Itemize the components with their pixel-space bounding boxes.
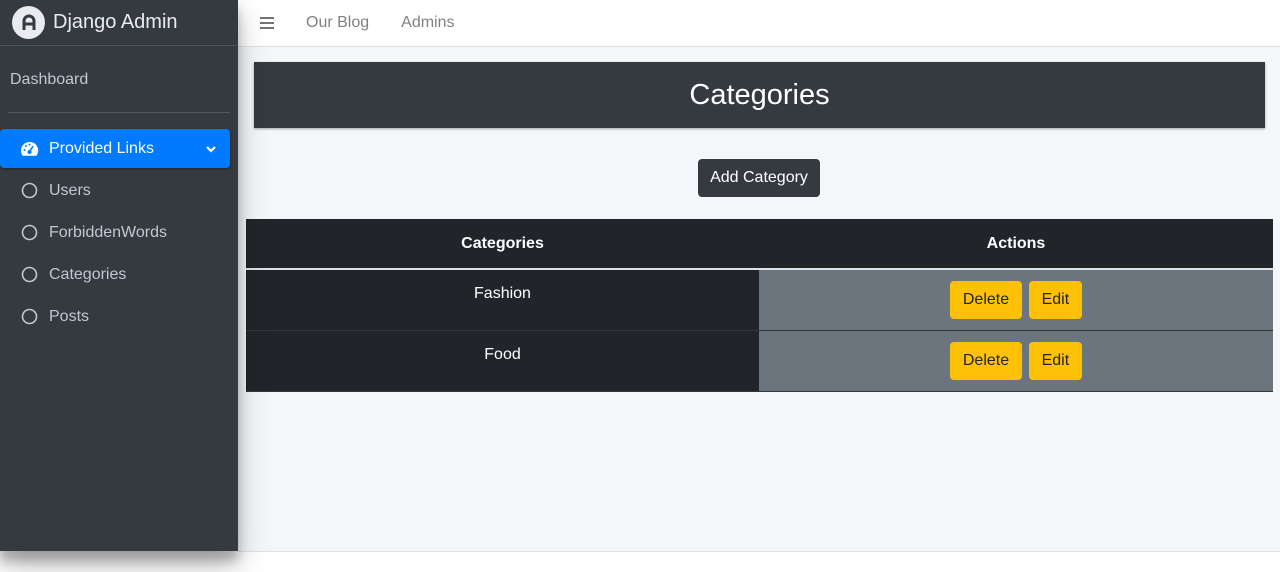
page-header: Categories [254,62,1265,128]
circle-outline-icon [20,223,39,242]
table-row: Food Delete Edit [246,330,1273,392]
sidebar-item-dashboard[interactable]: Dashboard [0,46,238,112]
sidebar-item-label: Posts [49,307,90,325]
nav-link-our-blog[interactable]: Our Blog [306,14,369,32]
sidebar-item-label: Provided Links [49,139,154,157]
delete-button[interactable]: Delete [949,341,1023,380]
circle-outline-icon [20,307,39,326]
sidebar-nav: Provided Links Users ForbiddenWords Cate… [0,113,238,336]
sidebar-item-label: ForbiddenWords [49,223,167,241]
hamburger-icon[interactable] [260,16,276,30]
sidebar-item-provided-links[interactable]: Provided Links [0,129,230,168]
add-category-button[interactable]: Add Category [698,159,820,197]
footer [238,551,1280,572]
chevron-down-icon [206,145,216,153]
circle-outline-icon [20,181,39,200]
sidebar-item-label: Users [49,181,91,199]
edit-button[interactable]: Edit [1028,280,1083,319]
category-name: Fashion [246,269,759,330]
sidebar-item-posts[interactable]: Posts [0,297,230,336]
sidebar-item-label: Categories [49,265,127,283]
delete-button[interactable]: Delete [949,280,1023,319]
circle-outline-icon [20,265,39,284]
column-header-actions: Actions [759,219,1273,270]
sidebar-item-categories[interactable]: Categories [0,255,230,294]
edit-button[interactable]: Edit [1028,341,1083,380]
column-header-categories: Categories [246,219,759,270]
sidebar-item-forbiddenwords[interactable]: ForbiddenWords [0,213,230,252]
nav-link-admins[interactable]: Admins [401,14,454,32]
table-row: Fashion Delete Edit [246,269,1273,330]
top-navbar: Our Blog Admins [238,0,1280,47]
main-content: Categories Add Category Categories Actio… [238,47,1280,551]
category-name: Food [246,330,759,392]
sidebar-item-users[interactable]: Users [0,171,230,210]
table-header-row: Categories Actions [246,219,1273,270]
tachometer-icon [20,139,39,158]
brand-name: Django Admin [53,11,178,33]
sidebar: Django Admin Dashboard Provided Links Us… [0,0,238,551]
footer-left [0,551,238,572]
page-title: Categories [689,78,830,111]
categories-table: Categories Actions Fashion Delete Edit F… [246,219,1273,392]
actions-cell: Delete Edit [759,330,1273,392]
actions-cell: Delete Edit [759,269,1273,330]
brand-link[interactable]: Django Admin [0,0,238,46]
brand-logo-icon [12,6,45,39]
